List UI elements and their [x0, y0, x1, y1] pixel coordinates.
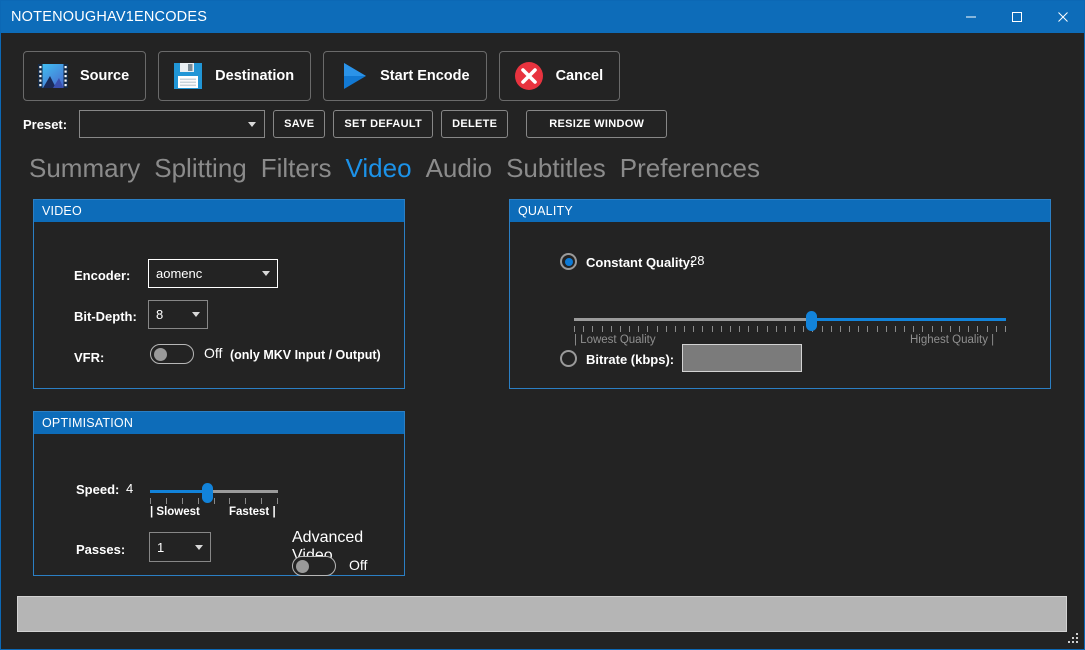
advanced-video-toggle-knob [296, 560, 309, 573]
speed-slider-track-right [207, 490, 278, 493]
speed-scale-fastest: Fastest | [229, 506, 276, 518]
film-image-icon [38, 64, 68, 88]
source-button-label: Source [80, 68, 130, 84]
preset-dropdown[interactable] [79, 110, 266, 138]
constant-quality-radio[interactable] [560, 253, 577, 270]
quality-slider-track-left [574, 318, 812, 321]
main-toolbar: Source Destination Start Encode Cancel [23, 51, 621, 101]
destination-button-label: Destination [215, 68, 295, 84]
constant-quality-label: Constant Quality: [586, 255, 695, 270]
source-button[interactable]: Source [23, 51, 147, 101]
destination-button[interactable]: Destination [158, 51, 312, 101]
chevron-down-icon [192, 312, 200, 317]
progress-bar [17, 596, 1067, 632]
bitrate-radio[interactable] [560, 350, 577, 367]
optimisation-group-header: OPTIMISATION [34, 412, 404, 434]
vfr-hint-label: (only MKV Input / Output) [230, 348, 381, 362]
encoder-label: Encoder: [74, 268, 131, 283]
quality-scale-high: Highest Quality | [910, 334, 995, 346]
window-title: NOTENOUGHAV1ENCODES [11, 9, 208, 25]
floppy-disk-icon [174, 63, 203, 89]
tab-preferences[interactable]: Preferences [620, 153, 760, 184]
vfr-toggle-knob [154, 348, 167, 361]
quality-slider-thumb[interactable] [806, 311, 818, 331]
preset-save-button[interactable]: SAVE [273, 110, 326, 138]
speed-slider-track-left [150, 490, 208, 493]
tab-audio[interactable]: Audio [426, 153, 493, 184]
play-triangle-icon [344, 63, 367, 89]
speed-slider-thumb[interactable] [202, 483, 214, 503]
minimize-icon [966, 16, 976, 18]
passes-dropdown-value: 1 [157, 539, 165, 555]
video-group-header: VIDEO [34, 200, 404, 222]
bitdepth-label: Bit-Depth: [74, 309, 137, 324]
passes-label: Passes: [76, 542, 126, 557]
tab-splitting[interactable]: Splitting [154, 153, 247, 184]
maximize-icon [1012, 12, 1022, 22]
window-controls [948, 1, 1084, 33]
passes-dropdown[interactable]: 1 [149, 532, 211, 562]
maximize-button[interactable] [994, 1, 1040, 33]
close-button[interactable] [1040, 1, 1084, 33]
tab-subtitles[interactable]: Subtitles [506, 153, 606, 184]
speed-value: 4 [126, 481, 134, 496]
close-icon [1058, 12, 1068, 22]
bitdepth-dropdown[interactable]: 8 [148, 300, 208, 329]
optimisation-group: OPTIMISATION Speed: 4 | Slowest Fastest … [33, 411, 405, 576]
bitdepth-dropdown-value: 8 [156, 307, 164, 322]
resize-grip-icon[interactable] [1067, 633, 1080, 646]
minimize-button[interactable] [948, 1, 994, 33]
quality-slider-ticks [574, 326, 1006, 333]
vfr-toggle[interactable] [150, 344, 194, 364]
video-group: VIDEO Encoder: aomenc Bit-Depth: 8 VFR: … [33, 199, 405, 389]
vfr-label: VFR: [74, 350, 105, 365]
preset-label: Preset: [23, 116, 68, 132]
encoder-dropdown-value: aomenc [156, 266, 203, 281]
advanced-video-state-label: Off [349, 557, 368, 573]
title-bar: NOTENOUGHAV1ENCODES [1, 1, 1084, 33]
speed-slider-ticks [150, 498, 278, 505]
preset-row: Preset: SAVE SET DEFAULT DELETE RESIZE W… [23, 110, 668, 138]
quality-slider-track-right [811, 318, 1006, 321]
bitrate-input[interactable] [682, 344, 802, 372]
cancel-button-label: Cancel [555, 68, 604, 84]
speed-scale-slowest: | Slowest [150, 506, 200, 518]
chevron-down-icon [248, 121, 257, 127]
cancel-circle-icon [514, 62, 543, 90]
tab-filters[interactable]: Filters [261, 153, 332, 184]
tab-summary[interactable]: Summary [29, 153, 140, 184]
preset-set-default-button[interactable]: SET DEFAULT [333, 110, 434, 138]
tab-bar: Summary Splitting Filters Video Audio Su… [29, 153, 760, 184]
quality-scale-low: | Lowest Quality [574, 334, 656, 346]
bitrate-label: Bitrate (kbps): [586, 352, 675, 367]
quality-group: QUALITY Constant Quality: 28 | Lowest Qu… [509, 199, 1051, 389]
vfr-state-label: Off [204, 345, 223, 361]
app-window: NOTENOUGHAV1ENCODES Source Destination S… [0, 0, 1085, 650]
chevron-down-icon [195, 544, 203, 550]
start-encode-button-label: Start Encode [380, 68, 470, 84]
cancel-button[interactable]: Cancel [498, 51, 621, 101]
quality-group-header: QUALITY [510, 200, 1050, 222]
preset-delete-button[interactable]: DELETE [441, 110, 509, 138]
encoder-dropdown[interactable]: aomenc [148, 259, 278, 288]
resize-window-button[interactable]: RESIZE WINDOW [526, 110, 668, 138]
start-encode-button[interactable]: Start Encode [323, 51, 487, 101]
advanced-video-toggle[interactable] [292, 556, 336, 576]
chevron-down-icon [262, 271, 270, 276]
constant-quality-radio-dot [564, 257, 573, 266]
speed-label: Speed: [76, 482, 120, 497]
tab-video[interactable]: Video [346, 153, 412, 184]
constant-quality-value: 28 [690, 253, 705, 268]
